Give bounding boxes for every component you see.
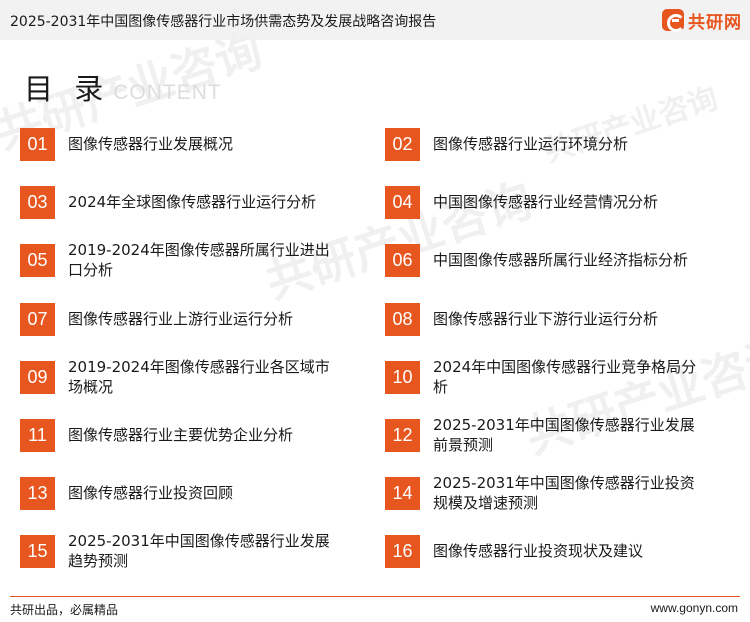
- toc-item-number: 13: [20, 476, 55, 510]
- toc-item[interactable]: 01 图像传感器行业发展概况: [20, 121, 350, 167]
- toc-item-number: 14: [385, 476, 420, 510]
- toc-item-label: 图像传感器行业主要优势企业分析: [68, 426, 294, 444]
- toc-item-number: 01: [20, 127, 55, 161]
- toc-item-label: 2019-2024年图像传感器行业各区域市场概况: [68, 358, 330, 396]
- toc-item[interactable]: 04 中国图像传感器行业经营情况分析: [385, 179, 715, 225]
- toc-item[interactable]: 13 图像传感器行业投资回顾: [20, 470, 350, 516]
- toc-item[interactable]: 16 图像传感器行业投资现状及建议: [385, 528, 715, 574]
- toc-item[interactable]: 12 2025-2031年中国图像传感器行业发展前景预测: [385, 412, 715, 458]
- toc-item-label: 图像传感器行业上游行业运行分析: [68, 310, 294, 328]
- toc-item-number: 02: [385, 127, 420, 161]
- toc-item[interactable]: 05 2019-2024年图像传感器所属行业进出口分析: [20, 237, 350, 283]
- toc-item-label: 图像传感器行业发展概况: [68, 135, 234, 153]
- toc-item-number: 10: [385, 360, 420, 394]
- toc-item-label: 图像传感器行业投资现状及建议: [433, 542, 644, 560]
- toc-item-label: 2019-2024年图像传感器所属行业进出口分析: [68, 241, 330, 279]
- footer-slogan: 共研出品，必属精品: [10, 603, 119, 617]
- toc-item-number: 15: [20, 534, 55, 568]
- toc-item-number: 08: [385, 302, 420, 336]
- toc-item[interactable]: 03 2024年全球图像传感器行业运行分析: [20, 179, 350, 225]
- toc-item-number: 16: [385, 534, 420, 568]
- toc-item-label: 图像传感器行业下游行业运行分析: [433, 310, 659, 328]
- toc-item-number: 04: [385, 185, 420, 219]
- toc-item-number: 05: [20, 243, 55, 277]
- toc-item[interactable]: 15 2025-2031年中国图像传感器行业发展趋势预测: [20, 528, 350, 574]
- toc-item-number: 03: [20, 185, 55, 219]
- toc-item[interactable]: 09 2019-2024年图像传感器行业各区域市场概况: [20, 354, 350, 400]
- toc-item-label: 中国图像传感器行业经营情况分析: [433, 193, 659, 211]
- toc-item-label: 2024年全球图像传感器行业运行分析: [68, 193, 317, 211]
- toc-item[interactable]: 10 2024年中国图像传感器行业竞争格局分析: [385, 354, 715, 400]
- toc-item[interactable]: 11 图像传感器行业主要优势企业分析: [20, 412, 350, 458]
- footer-website[interactable]: www.gonyn.com: [651, 601, 738, 615]
- toc-item[interactable]: 14 2025-2031年中国图像传感器行业投资规模及增速预测: [385, 470, 715, 516]
- toc-item[interactable]: 08 图像传感器行业下游行业运行分析: [385, 296, 715, 342]
- toc-item-number: 12: [385, 418, 420, 452]
- toc-item-label: 图像传感器行业投资回顾: [68, 484, 234, 502]
- toc-item[interactable]: 06 中国图像传感器所属行业经济指标分析: [385, 237, 715, 283]
- toc-item-label: 中国图像传感器所属行业经济指标分析: [433, 251, 689, 269]
- toc-item-label: 图像传感器行业运行环境分析: [433, 135, 629, 153]
- toc-item-number: 11: [20, 418, 55, 452]
- toc-item-number: 09: [20, 360, 55, 394]
- toc-item-label: 2024年中国图像传感器行业竞争格局分析: [433, 358, 697, 396]
- toc-item-number: 06: [385, 243, 420, 277]
- toc-item-label: 2025-2031年中国图像传感器行业发展前景预测: [433, 416, 695, 454]
- toc-item-number: 07: [20, 302, 55, 336]
- toc-item[interactable]: 02 图像传感器行业运行环境分析: [385, 121, 715, 167]
- toc-item[interactable]: 07 图像传感器行业上游行业运行分析: [20, 296, 350, 342]
- footer-divider: [10, 596, 740, 597]
- toc-list: 01 图像传感器行业发展概况 02 图像传感器行业运行环境分析 03 2024年…: [0, 0, 750, 622]
- toc-item-label: 2025-2031年中国图像传感器行业发展趋势预测: [68, 532, 330, 570]
- toc-item-label: 2025-2031年中国图像传感器行业投资规模及增速预测: [433, 474, 695, 512]
